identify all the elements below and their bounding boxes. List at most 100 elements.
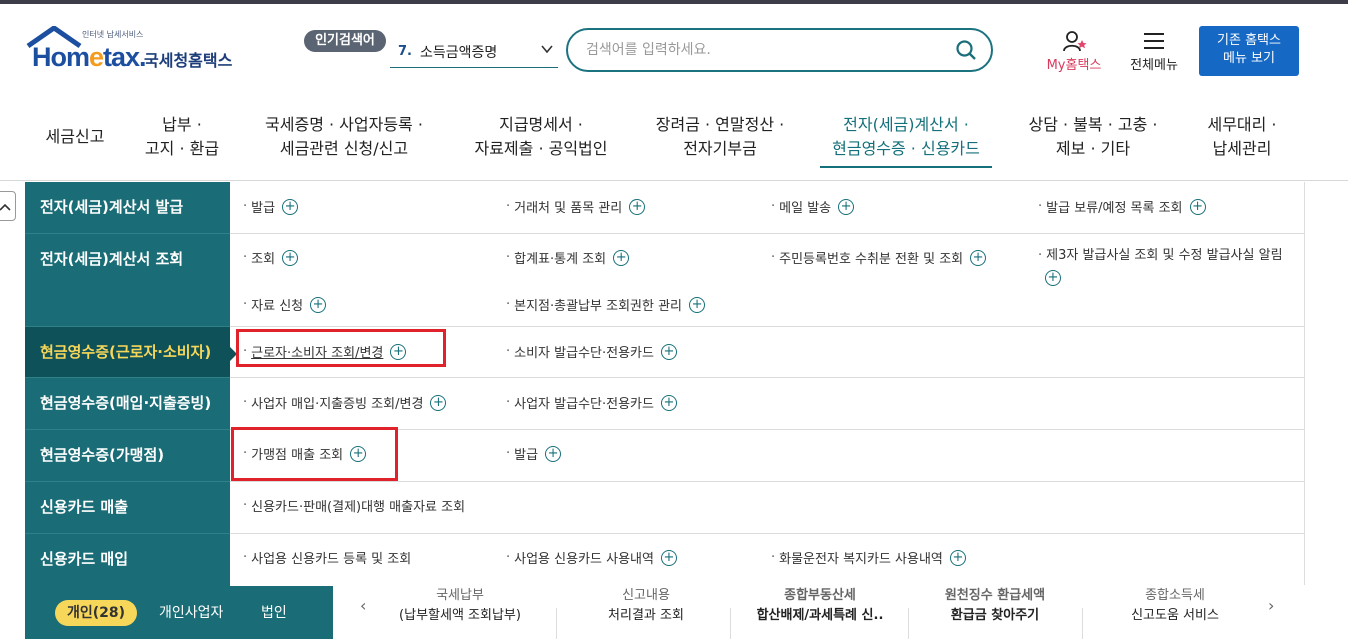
quick-divider [556, 608, 557, 639]
side-item-cash-receipt-consumer[interactable]: 현금영수증(근로자·소비자) [25, 327, 237, 377]
link-partner-item-management[interactable]: · 거래처 및 품목 관리 + [506, 197, 646, 216]
nav-payment[interactable]: 납부 · 고지 · 환급 [130, 108, 234, 166]
row-divider [230, 481, 1305, 482]
quick-divider [908, 608, 909, 639]
all-menu-button[interactable]: 전체메뉴 [1122, 30, 1186, 74]
nav-e-invoice[interactable]: 전자(세금)계산서 · 현금영수증 · 신용카드 [820, 108, 992, 168]
nav-divider [0, 180, 1348, 181]
legacy-menu-line1: 기존 홈택스 [1217, 33, 1281, 48]
plus-icon: + [613, 249, 630, 266]
search-icon[interactable] [955, 39, 977, 61]
link-resident-number-conversion[interactable]: · 주민등록번호 수취분 전환 및 조회 + [771, 248, 987, 267]
row-divider [230, 377, 1305, 378]
submenu-panel: 전자(세금)계산서 발급 전자(세금)계산서 조회 현금영수증(근로자·소비자)… [25, 182, 1305, 639]
chevron-right-icon[interactable]: › [1268, 596, 1274, 615]
quick-income-tax-help[interactable]: 종합소득세 신고도움 서비스 [1090, 586, 1260, 626]
plus-icon: + [545, 445, 562, 462]
popular-term: 소득금액증명 [419, 44, 498, 61]
nav-tax-filing[interactable]: 세금신고 [30, 108, 120, 166]
link-consumer-issue-card[interactable]: · 소비자 발급수단·전용카드 + [506, 342, 677, 361]
legacy-menu-line2: 메뉴 보기 [1223, 51, 1275, 66]
plus-icon: + [1045, 269, 1061, 286]
link-third-party-issue-notice[interactable]: · 제3자 발급사실 조회 및 수정 발급사실 알림+ [1038, 245, 1283, 289]
hometax-logo[interactable]: 인터넷 납세서비스 Hometax. 국세청홈택스 [26, 26, 241, 82]
link-issue[interactable]: · 발급 + [243, 197, 299, 216]
chevron-left-icon[interactable]: ‹ [360, 596, 366, 615]
plus-icon: + [310, 296, 327, 313]
link-freight-welfare-card-usage[interactable]: · 화물운전자 복지카드 사용내역 + [771, 548, 966, 567]
quick-divider [1082, 608, 1083, 639]
link-inquiry[interactable]: · 조회 + [243, 248, 299, 267]
nav-consulting[interactable]: 상담 · 불복 · 고충 · 제보 · 기타 [1012, 108, 1174, 166]
plus-icon: + [689, 296, 706, 313]
nav-tax-agent[interactable]: 세무대리 · 납세관리 [1192, 108, 1292, 166]
link-card-sales-data-inquiry[interactable]: · 신용카드·판매(결제)대행 매출자료 조회 [243, 496, 465, 515]
row-divider [230, 429, 1305, 430]
quick-tax-payment[interactable]: 국세납부 (납부할세액 조회납부) [370, 586, 550, 626]
link-mail-send[interactable]: · 메일 발송 + [771, 197, 855, 216]
side-item-e-invoice-inquiry[interactable]: 전자(세금)계산서 조회 [25, 234, 230, 326]
link-business-purchase-inquiry[interactable]: · 사업자 매입·지출증빙 조회/변경 + [243, 393, 447, 412]
nav-incentives[interactable]: 장려금 · 연말정산 · 전자기부금 [640, 108, 800, 166]
link-business-card-usage[interactable]: · 사업용 신용카드 사용내역 + [506, 548, 677, 567]
link-data-request[interactable]: · 자료 신청 + [243, 295, 327, 314]
nav-certificates[interactable]: 국세증명 · 사업자등록 · 세금관련 신청/신고 [248, 108, 440, 166]
side-item-cash-receipt-merchant[interactable]: 현금영수증(가맹점) [25, 430, 230, 481]
plus-icon: + [660, 394, 677, 411]
plus-icon: + [660, 343, 677, 360]
chevron-up-icon [0, 203, 11, 211]
my-hometax-label: My홈택스 [1046, 58, 1102, 73]
collapse-button[interactable] [0, 191, 16, 221]
link-business-card-register[interactable]: · 사업용 신용카드 등록 및 조회 [243, 548, 411, 567]
link-merchant-sales-inquiry[interactable]: · 가맹점 매출 조회 + [243, 444, 367, 463]
quick-refund-finder[interactable]: 원천징수 환급세액 환급금 찾아주기 [912, 586, 1078, 626]
plus-icon: + [390, 343, 407, 360]
search-box[interactable] [566, 28, 993, 72]
row-divider [230, 233, 1305, 234]
link-merchant-issue[interactable]: · 발급 + [506, 444, 562, 463]
quick-divider [730, 608, 731, 639]
plus-icon: + [282, 198, 299, 215]
side-item-credit-card-purchase[interactable]: 신용카드 매입 [25, 534, 230, 585]
side-item-credit-card-sales[interactable]: 신용카드 매출 [25, 482, 230, 533]
top-bar [0, 0, 1348, 4]
plus-icon: + [629, 198, 646, 215]
hamburger-icon [1144, 33, 1164, 49]
user-type-tabs: 개인(28) 개인사업자 법인 [25, 586, 333, 639]
tab-corporation[interactable]: 법인 [249, 600, 299, 626]
plus-icon: + [1189, 198, 1206, 215]
link-business-issue-card[interactable]: · 사업자 발급수단·전용카드 + [506, 393, 677, 412]
user-icon [1063, 31, 1087, 52]
side-item-e-invoice-issue[interactable]: 전자(세금)계산서 발급 [25, 182, 230, 233]
logo-wordmark: Hometax. [32, 42, 147, 72]
submenu-sidebar: 전자(세금)계산서 발급 전자(세금)계산서 조회 현금영수증(근로자·소비자)… [25, 182, 237, 639]
nav-statements[interactable]: 지급명세서 · 자료제출 · 공익법인 [456, 108, 626, 166]
popular-search-badge: 인기검색어 [304, 30, 386, 52]
link-issue-hold-list[interactable]: · 발급 보류/예정 목록 조회 + [1038, 197, 1206, 216]
popular-rank: 7. [398, 44, 412, 59]
link-summary-statistics[interactable]: · 합계표·통계 조회 + [506, 248, 630, 267]
plus-icon: + [282, 249, 299, 266]
plus-icon: + [350, 445, 367, 462]
logo-korean-name: 국세청홈택스 [144, 51, 233, 70]
side-item-cash-receipt-business[interactable]: 현금영수증(매입·지출증빙) [25, 378, 230, 429]
plus-icon: + [949, 549, 966, 566]
my-hometax-button[interactable]: My홈택스 [1038, 30, 1110, 74]
chevron-down-icon [541, 45, 553, 54]
all-menu-label: 전체메뉴 [1130, 58, 1178, 73]
quick-filing-result[interactable]: 신고내용 처리결과 조회 [566, 586, 726, 626]
quick-property-tax[interactable]: 종합부동산세 합산배제/과세특례 신.. [736, 586, 904, 626]
popular-search-select[interactable]: 7. 소득금액증명 [390, 36, 558, 68]
plus-icon: + [430, 394, 447, 411]
link-branch-permission[interactable]: · 본지점·총괄납부 조회권한 관리 + [506, 295, 706, 314]
tab-individual[interactable]: 개인(28) [55, 600, 138, 626]
plus-icon: + [660, 549, 677, 566]
search-input[interactable] [586, 42, 946, 58]
tab-sole-proprietor[interactable]: 개인사업자 [147, 600, 235, 626]
link-consumer-inquiry-change[interactable]: · 근로자·소비자 조회/변경 + [243, 342, 407, 361]
legacy-menu-button[interactable]: 기존 홈택스 메뉴 보기 [1199, 26, 1299, 76]
main-nav: 세금신고 납부 · 고지 · 환급 국세증명 · 사업자등록 · 세금관련 신청/신… [0, 108, 1348, 182]
plus-icon: + [970, 249, 987, 266]
bottom-quick-bar: 개인(28) 개인사업자 법인 ‹ 국세납부 (납부할세액 조회납부) 신고내용 처… [0, 586, 1348, 639]
plus-icon: + [838, 198, 855, 215]
